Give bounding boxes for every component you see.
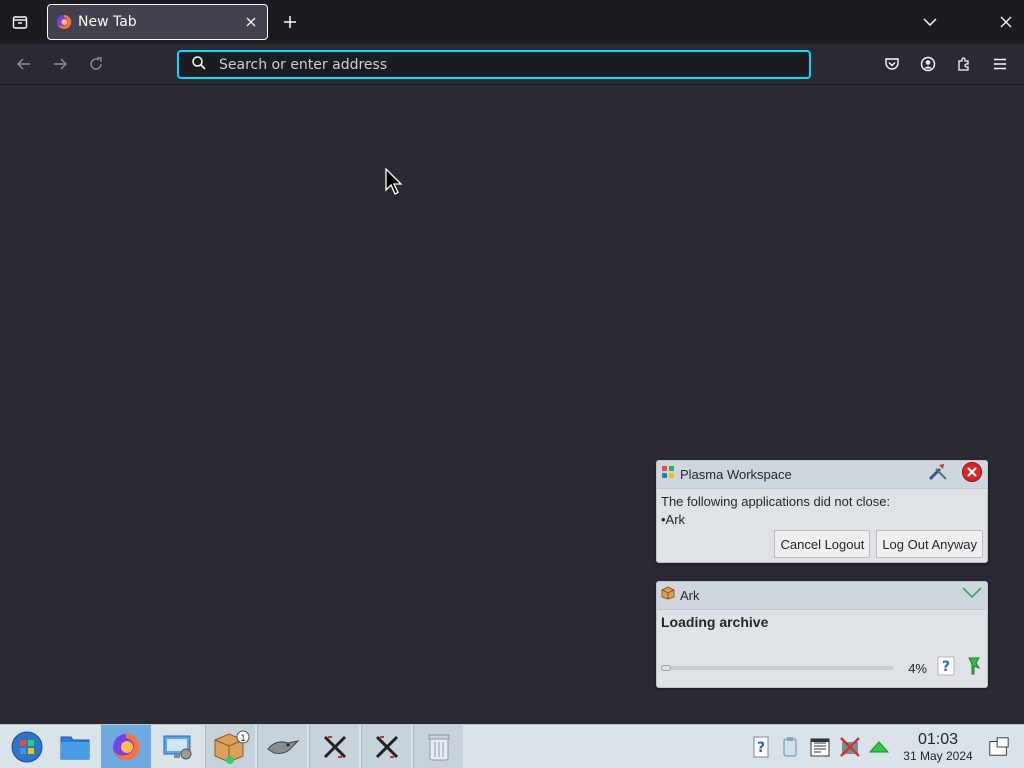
mouse-cursor-icon [385,167,403,200]
expand-tray-icon[interactable] [868,735,890,759]
job-title: Loading archive [661,614,769,630]
progress-percent: 4% [908,660,927,676]
tab-title: New Tab [78,14,137,30]
pocket-icon[interactable] [880,52,904,76]
navigation-toolbar [0,44,1024,85]
ark-taskbar-icon[interactable]: 1 [205,725,255,768]
firefox-icon [56,14,72,30]
taskbar: 1 ? 01:03 31 May 2024 [0,724,1024,768]
notification-app-name: Plasma Workspace [680,467,792,482]
logout-notification: Plasma Workspace The following applicati… [656,460,988,563]
list-all-tabs-icon[interactable] [918,10,942,34]
notification-body: The following applications did not close… [657,489,987,529]
ark-icon [661,586,675,605]
back-icon[interactable] [12,52,36,76]
window-close-icon[interactable] [994,10,1018,34]
clock-time: 01:03 [917,731,959,748]
cancel-logout-button[interactable]: Cancel Logout [774,530,871,558]
notification-app-name: Ark [680,588,700,603]
progress-row: 4% ? [661,656,983,681]
pause-job-icon[interactable] [965,656,983,681]
svg-text:?: ? [757,740,765,756]
xorg-app-icon[interactable] [309,725,359,768]
trash-icon[interactable] [413,725,463,768]
progress-bar-fill [661,665,671,671]
firefox-taskbar-icon[interactable] [101,725,151,768]
notification-header: Plasma Workspace [657,461,987,489]
notification-message: The following applications did not close… [661,494,891,509]
system-settings-icon[interactable] [153,725,203,768]
gimp-icon[interactable] [257,725,307,768]
plasma-workspace-icon [661,465,675,484]
help-center-icon[interactable]: ? [750,735,772,759]
xorg-app-icon-2[interactable] [361,725,411,768]
progress-bar [661,665,893,671]
file-manager-icon[interactable] [50,725,100,768]
svg-text:?: ? [942,659,950,675]
show-desktop-icon[interactable] [988,735,1010,759]
extensions-icon[interactable] [952,52,976,76]
start-menu-button[interactable] [2,725,52,768]
network-disconnected-icon[interactable] [839,735,861,759]
search-icon [191,55,207,75]
help-icon[interactable]: ? [937,656,955,681]
forward-icon[interactable] [48,52,72,76]
configure-icon[interactable] [927,462,949,487]
tab-strip: New Tab [0,0,1024,44]
notes-icon[interactable] [809,735,831,759]
firefox-view-button[interactable] [8,10,32,34]
clock[interactable]: 01:03 31 May 2024 [896,731,980,763]
notification-header: Ark [657,582,987,610]
tab-new-tab[interactable]: New Tab [47,4,268,40]
clock-date: 31 May 2024 [903,749,973,763]
account-icon[interactable] [916,52,940,76]
close-tab-icon[interactable] [243,14,259,30]
notification-actions: Cancel Logout Log Out Anyway [774,530,983,558]
menu-icon[interactable] [988,52,1012,76]
ark-job-notification: Ark Loading archive 4% ? [656,581,988,688]
collapse-chevron-icon[interactable] [961,586,983,605]
notification-app-list: •Ark [661,512,686,527]
svg-text:1: 1 [240,734,246,744]
log-out-anyway-button[interactable]: Log Out Anyway [876,530,983,558]
url-input[interactable] [219,56,779,73]
close-notification-icon[interactable] [961,461,983,488]
new-tab-button[interactable] [278,10,302,34]
address-bar[interactable] [177,50,811,79]
reload-icon[interactable] [84,52,108,76]
clipboard-icon[interactable] [779,735,801,759]
